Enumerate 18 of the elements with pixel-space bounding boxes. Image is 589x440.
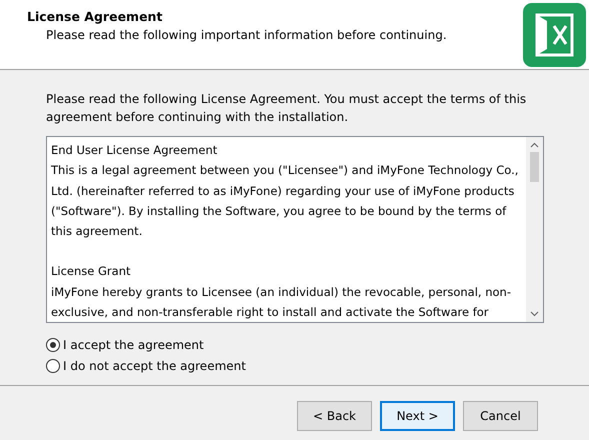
radio-option[interactable]: I do not accept the agreement [46, 359, 544, 373]
license-paragraph: iMyFone hereby grants to Licensee (an individual) the revocable, personal, non-exclusive, and non-transferable right to install and activate the Software for [51, 284, 512, 322]
page-title: License Agreement [27, 9, 164, 24]
scroll-up-icon[interactable] [530, 141, 539, 150]
dialog-button[interactable]: Next > [380, 401, 455, 431]
license-text-box[interactable] [46, 136, 544, 323]
document-x-icon [523, 3, 586, 67]
scroll-down-icon[interactable] [530, 309, 539, 318]
page-subtitle: Please read the following important information before continuing. [45, 28, 447, 42]
dialog-button[interactable]: < Back [297, 401, 372, 431]
scroll-thumb[interactable] [530, 152, 539, 182]
license-paragraph: End User License Agreement [51, 142, 218, 159]
dialog-button[interactable]: Cancel [463, 401, 538, 431]
intro-text: Please read the following License Agreement. You must accept the terms of this agreement before continuing with the installation. [46, 91, 528, 126]
license-paragraph: License Grant [51, 263, 132, 280]
license-paragraph: This is a legal agreement between you ("Licensee") and iMyFone Technology Co., Ltd. (hereinafter referred to as iMyFone) regarding your use of iMyFone products ("Software"). By installing the Software, you agree to be bound by the terms of this agreement. [51, 162, 520, 240]
scrollbar[interactable] [526, 137, 543, 322]
radio-option[interactable]: I accept the agreement [46, 338, 544, 352]
